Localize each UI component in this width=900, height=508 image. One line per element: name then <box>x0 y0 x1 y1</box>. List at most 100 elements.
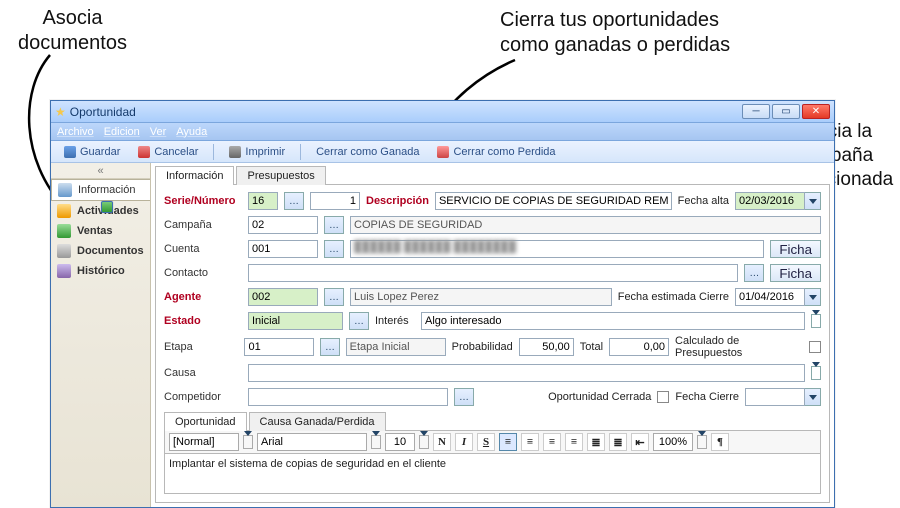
rte-align-left[interactable]: ≡ <box>499 433 517 451</box>
campana-desc <box>350 216 821 234</box>
rte-paragraph[interactable]: ¶ <box>711 433 729 451</box>
label-total: Total <box>580 341 603 353</box>
sidebar-item-history[interactable]: Histórico <box>51 261 150 281</box>
label-fecha-cierre: Fecha Cierre <box>675 391 739 403</box>
tab-info[interactable]: Información <box>155 166 234 185</box>
cuenta-ficha-button[interactable]: Ficha <box>770 240 821 258</box>
sidebar-collapse[interactable]: « <box>51 165 150 179</box>
window-title: Oportunidad <box>70 105 136 119</box>
contacto-lookup[interactable]: … <box>744 264 764 282</box>
sidebar-item-documents[interactable]: Documentos <box>51 241 150 261</box>
etapa-desc <box>346 338 446 356</box>
close-button[interactable]: ✕ <box>802 104 830 119</box>
menu-edit[interactable]: Edicion <box>104 126 140 138</box>
rte-align-right[interactable]: ≡ <box>543 433 561 451</box>
label-serie: Serie/Número <box>164 195 242 207</box>
subtab-oportunidad[interactable]: Oportunidad <box>164 412 247 431</box>
trophy-icon <box>101 201 113 213</box>
rte-editor[interactable]: Implantar el sistema de copias de seguri… <box>164 454 821 494</box>
chevron-down-icon <box>809 199 817 204</box>
rte-italic[interactable]: I <box>455 433 473 451</box>
label-descripcion: Descripción <box>366 195 429 207</box>
competidor-lookup[interactable]: … <box>454 388 474 406</box>
causa-dropdown[interactable] <box>811 366 821 380</box>
fecha-est-picker[interactable] <box>735 288 821 306</box>
chevron-down-icon <box>809 295 817 300</box>
sidebar-item-sales[interactable]: Ventas <box>51 221 150 241</box>
rte-list-bullet[interactable]: ≣ <box>587 433 605 451</box>
interes-input[interactable] <box>421 312 805 330</box>
causa-input[interactable] <box>248 364 805 382</box>
label-interes: Interés <box>375 315 415 327</box>
rte-outdent[interactable]: ⇤ <box>631 433 649 451</box>
rte-zoom[interactable] <box>653 433 693 451</box>
agente-code-input[interactable] <box>248 288 318 306</box>
fecha-alta-picker[interactable] <box>735 192 821 210</box>
loss-icon <box>437 146 449 158</box>
rte-list-number[interactable]: ≣ <box>609 433 627 451</box>
label-prob: Probabilidad <box>452 341 513 353</box>
rte-underline[interactable]: S <box>477 433 495 451</box>
callout-docs: Asocia documentos <box>18 6 127 56</box>
fecha-cierre-picker[interactable] <box>745 388 821 406</box>
info-icon <box>58 183 72 197</box>
menu-file[interactable]: Archivo <box>57 126 94 138</box>
rte-align-center[interactable]: ≡ <box>521 433 539 451</box>
campana-code-input[interactable] <box>248 216 318 234</box>
label-causa: Causa <box>164 367 242 379</box>
titlebar[interactable]: ★ Oportunidad ─ ▭ ✕ <box>51 101 834 123</box>
history-icon <box>57 264 71 278</box>
rte-font-select[interactable] <box>257 433 367 451</box>
callout-close: Cierra tus oportunidades como ganadas o … <box>500 8 730 58</box>
contacto-ficha-button[interactable]: Ficha <box>770 264 821 282</box>
menu-help[interactable]: Ayuda <box>176 126 207 138</box>
rte-align-justify[interactable]: ≡ <box>565 433 583 451</box>
label-competidor: Competidor <box>164 391 242 403</box>
agente-desc <box>350 288 612 306</box>
opportunity-window: ★ Oportunidad ─ ▭ ✕ Archivo Edicion Ver … <box>50 100 835 508</box>
close-won-button[interactable]: Cerrar como Ganada <box>309 144 426 160</box>
close-lost-button[interactable]: Cerrar como Perdida <box>430 144 562 160</box>
cuenta-desc: ██████ ██████ ████████ <box>350 240 764 258</box>
estado-input[interactable] <box>248 312 343 330</box>
label-fecha-est: Fecha estimada Cierre <box>618 291 729 303</box>
numero-input[interactable] <box>310 192 360 210</box>
rte-style-select[interactable] <box>169 433 239 451</box>
serie-input[interactable] <box>248 192 278 210</box>
calc-checkbox[interactable] <box>809 341 821 353</box>
minimize-button[interactable]: ─ <box>742 104 770 119</box>
menu-view[interactable]: Ver <box>150 126 167 138</box>
op-cerrada-checkbox[interactable] <box>657 391 669 403</box>
descripcion-input[interactable] <box>435 192 672 210</box>
label-agente: Agente <box>164 291 242 303</box>
etapa-lookup[interactable]: … <box>320 338 339 356</box>
prob-input[interactable] <box>519 338 574 356</box>
cuenta-code-input[interactable] <box>248 240 318 258</box>
sidebar-item-info[interactable]: Información <box>51 179 150 201</box>
maximize-button[interactable]: ▭ <box>772 104 800 119</box>
main-tabs: Información Presupuestos <box>155 165 830 185</box>
documents-icon <box>57 244 71 258</box>
competidor-input[interactable] <box>248 388 448 406</box>
interes-dropdown[interactable] <box>811 314 821 328</box>
total-input[interactable] <box>609 338 669 356</box>
cancel-icon <box>138 146 150 158</box>
label-fecha-alta: Fecha alta <box>678 195 729 207</box>
subtab-causa[interactable]: Causa Ganada/Perdida <box>249 412 386 431</box>
rte-size-select[interactable] <box>385 433 415 451</box>
serie-lookup[interactable]: … <box>284 192 304 210</box>
etapa-code-input[interactable] <box>244 338 314 356</box>
cuenta-lookup[interactable]: … <box>324 240 344 258</box>
rte-bold[interactable]: N <box>433 433 451 451</box>
contacto-input[interactable] <box>248 264 738 282</box>
print-button[interactable]: Imprimir <box>222 144 292 160</box>
label-calc: Calculado de Presupuestos <box>675 335 803 359</box>
save-button[interactable]: Guardar <box>57 144 127 160</box>
estado-lookup[interactable]: … <box>349 312 369 330</box>
campana-lookup[interactable]: … <box>324 216 344 234</box>
label-contacto: Contacto <box>164 267 242 279</box>
cancel-button[interactable]: Cancelar <box>131 144 205 160</box>
agente-lookup[interactable]: … <box>324 288 344 306</box>
tab-budgets[interactable]: Presupuestos <box>236 166 325 185</box>
info-form: Serie/Número … Descripción Fecha alta Ca… <box>155 185 830 503</box>
